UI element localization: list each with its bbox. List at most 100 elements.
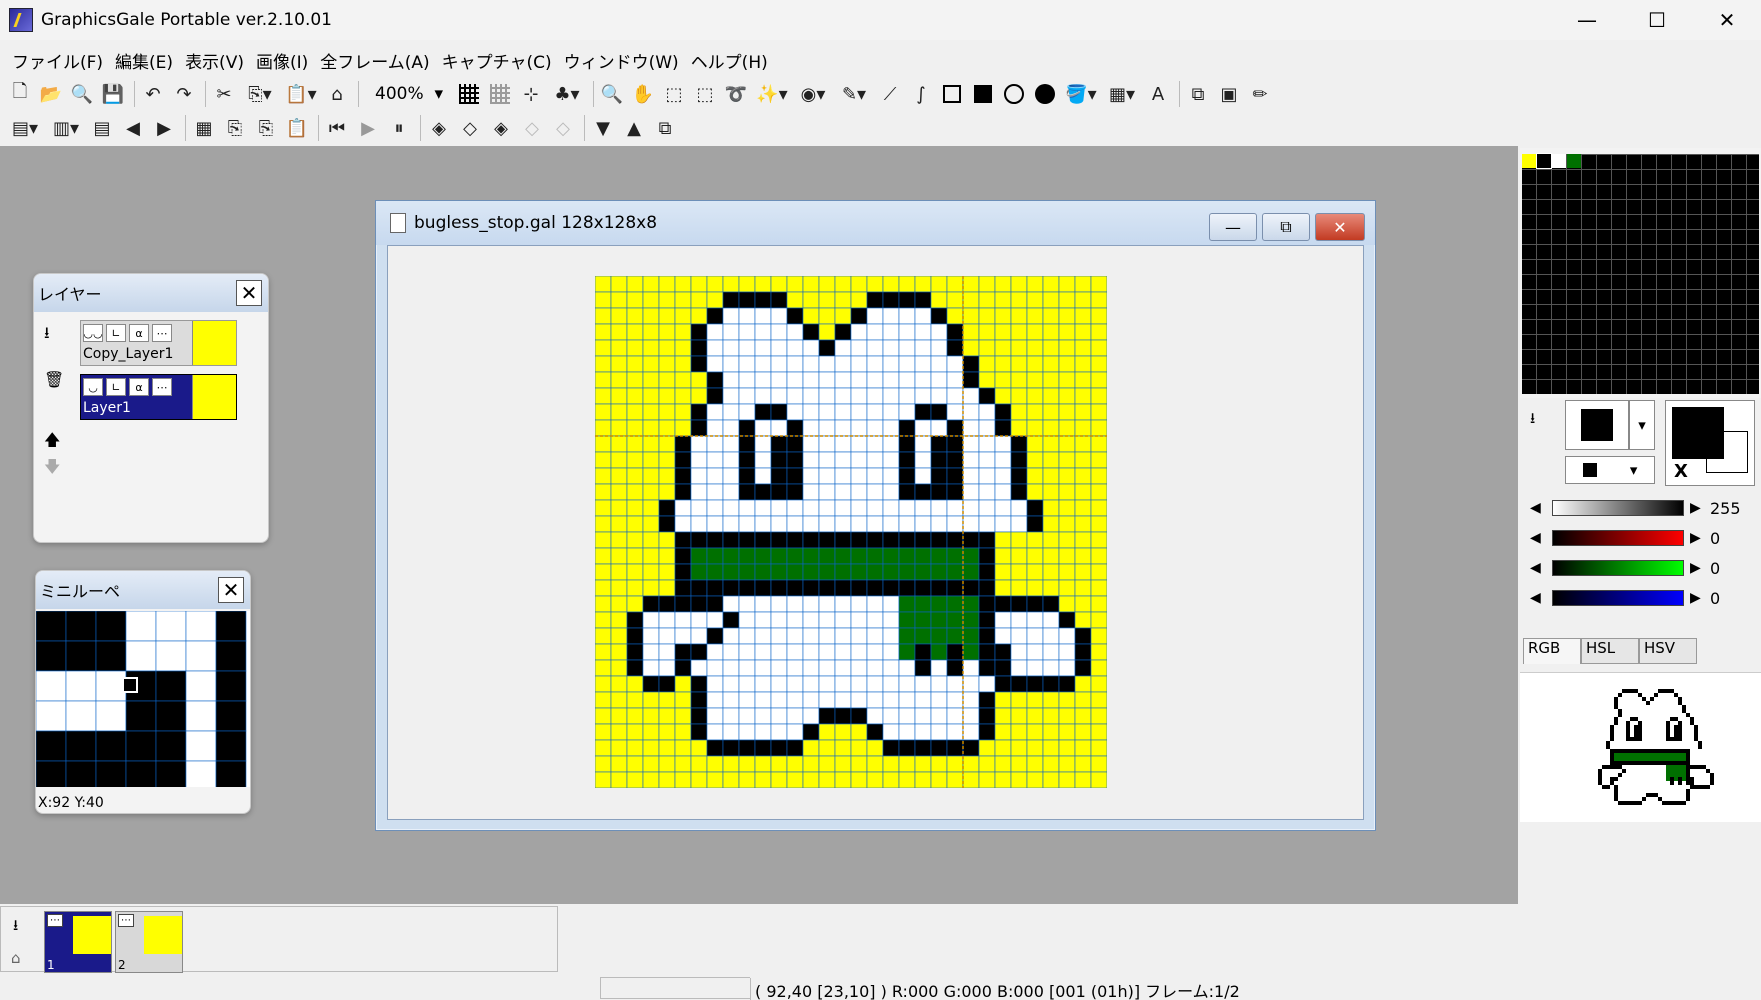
canvas-area[interactable]	[387, 245, 1364, 820]
layer-properties-icon[interactable]: ⧉	[651, 114, 679, 142]
layer-row[interactable]: ◡ ∟ α ⋯ Layer1	[80, 374, 237, 420]
palette-grid[interactable]	[1522, 153, 1759, 394]
color-swatch-box[interactable]: X	[1665, 400, 1755, 486]
undo-icon[interactable]: ↶	[139, 80, 167, 108]
lock-icon[interactable]: ∟	[106, 378, 126, 396]
more-icon[interactable]: ⋯	[152, 324, 172, 342]
insert-frame-icon[interactable]: ▥▾	[47, 114, 85, 142]
new-file-icon[interactable]: 🗋	[6, 80, 34, 108]
layer-panel-header[interactable]: レイヤー ✕	[34, 274, 268, 312]
red-value[interactable]: 0	[1710, 529, 1744, 548]
rect-select-icon[interactable]: ⬚	[660, 80, 688, 108]
palette-swatch[interactable]	[1536, 153, 1552, 169]
tab-rgb[interactable]: RGB	[1523, 638, 1581, 664]
palette-swatch[interactable]	[1567, 154, 1581, 168]
magic-wand-icon[interactable]: ✨▾	[753, 80, 791, 108]
subgrid-icon[interactable]	[486, 80, 514, 108]
frame-thumb[interactable]: ⋯ 1	[44, 911, 112, 973]
frame-properties-icon[interactable]: ▦	[190, 114, 218, 142]
green-slider[interactable]: ◀ ▶ 0	[1530, 556, 1758, 580]
doc-close-button[interactable]: ✕	[1315, 213, 1365, 241]
green-bar[interactable]	[1552, 560, 1684, 576]
menu-window[interactable]: ウィンドウ(W)	[558, 48, 685, 73]
move-up-icon[interactable]: ▲	[620, 114, 648, 142]
free-select-icon[interactable]: ⬚	[691, 80, 719, 108]
transform-icon[interactable]: ⧉	[1184, 80, 1212, 108]
copy-frame-icon[interactable]: ⎘	[252, 114, 280, 142]
preview-icon[interactable]: ▣	[1215, 80, 1243, 108]
tab-hsl[interactable]: HSL	[1581, 638, 1639, 664]
lock-icon[interactable]: ∟	[106, 324, 126, 342]
gray-value[interactable]: 255	[1710, 499, 1744, 518]
copy-icon[interactable]: ⎘▾	[241, 80, 279, 108]
more-icon[interactable]: ⋯	[47, 914, 63, 927]
next-frame-icon[interactable]: ▶	[150, 114, 178, 142]
blue-value[interactable]: 0	[1710, 589, 1744, 608]
tab-hsv[interactable]: HSV	[1639, 638, 1697, 664]
delete-frame-icon[interactable]: ▤	[88, 114, 116, 142]
move-down-icon[interactable]: ▼	[589, 114, 617, 142]
left-arrow-icon[interactable]: ◀	[1530, 500, 1546, 516]
visibility-icon[interactable]: ◡	[83, 378, 103, 396]
menu-help[interactable]: ヘルプ(H)	[685, 48, 774, 73]
zoom-tool-icon[interactable]: 🔍	[598, 80, 626, 108]
text-tool-icon[interactable]: A	[1144, 80, 1172, 108]
merge-down-icon[interactable]: ◇	[518, 114, 546, 142]
close-icon[interactable]: ✕	[218, 577, 244, 603]
download-icon[interactable]: ⭳	[13, 915, 18, 940]
left-arrow-icon[interactable]: ◀	[1530, 560, 1546, 576]
fill-bucket-icon[interactable]: 🪣▾	[1062, 80, 1100, 108]
brush-size-select[interactable]: ▾	[1565, 456, 1655, 484]
right-arrow-icon[interactable]: ▶	[1690, 590, 1706, 606]
palette-swatch[interactable]	[1522, 154, 1536, 168]
arrow-down-icon[interactable]: 🡇	[44, 456, 60, 483]
menu-view[interactable]: 表示(V)	[179, 48, 250, 73]
minimize-button[interactable]: —	[1552, 0, 1622, 40]
play-icon[interactable]: ▶	[354, 114, 382, 142]
paste-icon[interactable]: 📋▾	[282, 80, 320, 108]
loupe-header[interactable]: ミニルーペ ✕	[36, 571, 250, 609]
alpha-icon[interactable]: α	[129, 378, 149, 396]
cut-frame-icon[interactable]: ⎘	[221, 114, 249, 142]
filled-ellipse-icon[interactable]	[1031, 80, 1059, 108]
alpha-icon[interactable]: α	[129, 324, 149, 342]
green-value[interactable]: 0	[1710, 559, 1744, 578]
doc-minimize-button[interactable]: —	[1209, 213, 1257, 241]
open-folder-icon[interactable]: 📂	[37, 80, 65, 108]
guide-icon[interactable]: ⊹	[517, 80, 545, 108]
download-icon[interactable]: ⭳	[44, 322, 50, 349]
onion-skin-icon[interactable]: ♣▾	[548, 80, 586, 108]
left-arrow-icon[interactable]: ◀	[1530, 590, 1546, 606]
insert-layer-icon[interactable]: ◇	[456, 114, 484, 142]
prev-frame-icon[interactable]: ◀	[119, 114, 147, 142]
blue-bar[interactable]	[1552, 590, 1684, 606]
layer-row[interactable]: ◡◡ ∟ α ⋯ Copy_Layer1	[80, 320, 237, 366]
ellipse-icon[interactable]	[1000, 80, 1028, 108]
merge-all-icon[interactable]: ◇	[549, 114, 577, 142]
left-arrow-icon[interactable]: ◀	[1530, 530, 1546, 546]
curve-tool-icon[interactable]: ∫	[907, 80, 935, 108]
stamp-icon[interactable]: ⌂	[323, 80, 351, 108]
first-frame-icon[interactable]: ⏮	[323, 114, 351, 142]
brush-select[interactable]	[1565, 400, 1629, 450]
maximize-button[interactable]: ☐	[1622, 0, 1692, 40]
doc-restore-button[interactable]: ⧉	[1262, 213, 1310, 241]
more-icon[interactable]: ⋯	[152, 378, 172, 396]
pen-icon[interactable]: ✎▾	[835, 80, 873, 108]
menu-capture[interactable]: キャプチャ(C)	[436, 48, 558, 73]
bucket-icon[interactable]: ⌂	[11, 949, 21, 967]
grid-icon[interactable]	[455, 80, 483, 108]
menu-all-frames[interactable]: 全フレーム(A)	[314, 48, 435, 73]
frame-thumb[interactable]: ⋯ 2	[115, 911, 183, 973]
right-arrow-icon[interactable]: ▶	[1690, 560, 1706, 576]
gray-bar[interactable]	[1552, 500, 1684, 516]
save-icon[interactable]: 💾	[99, 80, 127, 108]
add-layer-icon[interactable]: ◈	[425, 114, 453, 142]
paste-frame-icon[interactable]: 📋	[283, 114, 311, 142]
download-icon[interactable]: ⭳	[1530, 408, 1535, 433]
close-button[interactable]: ✕	[1692, 0, 1761, 40]
zoom-select[interactable]: 400% ▾	[369, 81, 449, 107]
pixel-canvas[interactable]	[595, 276, 1107, 788]
redo-icon[interactable]: ↷	[170, 80, 198, 108]
menu-edit[interactable]: 編集(E)	[109, 48, 179, 73]
